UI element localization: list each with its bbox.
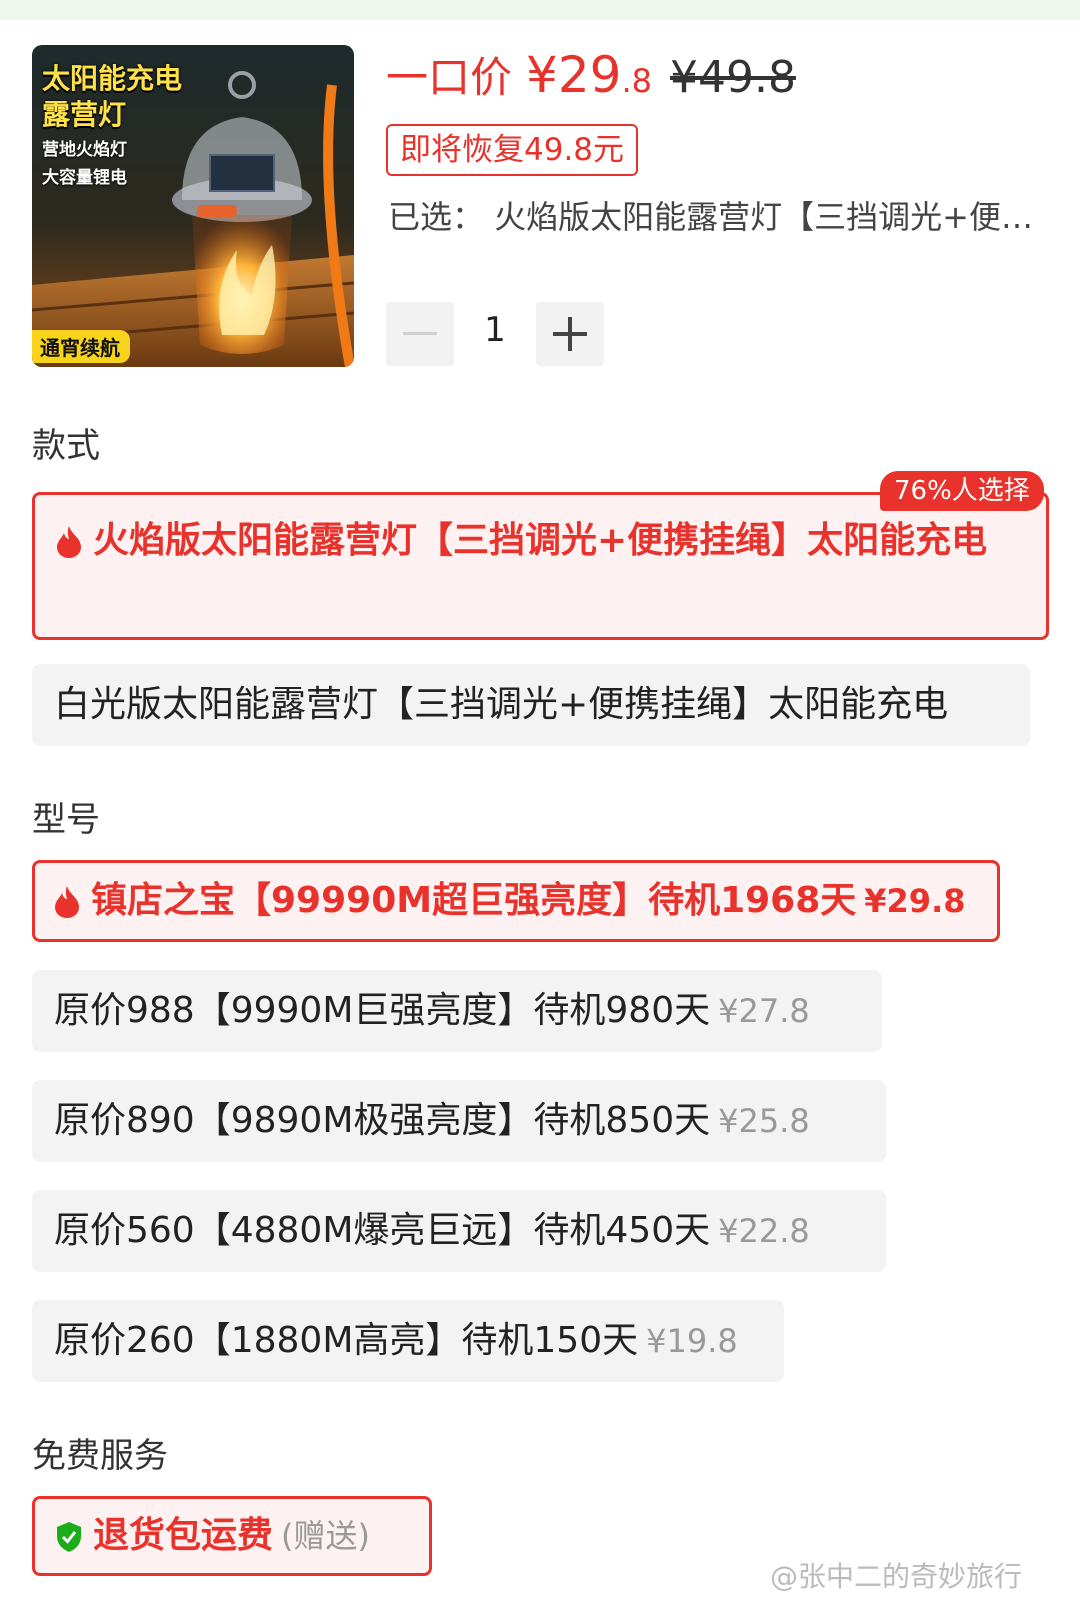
image-subline-2: 大容量锂电 [42, 168, 127, 188]
product-image[interactable]: 太阳能充电 露营灯 营地火焰灯 大容量锂电 通宵续航 [32, 45, 354, 367]
style-section-title: 款式 [32, 426, 100, 466]
image-headline-1: 太阳能充电 [42, 62, 183, 95]
style-option-label: 白光版太阳能露营灯【三挡调光+便携挂绳】太阳能充电 [54, 684, 949, 725]
model-option-label: 原价260【1880M高亮】待机150天 [54, 1320, 639, 1361]
model-option-price: ¥19.8 [646, 1322, 738, 1360]
style-option-white[interactable]: 白光版太阳能露营灯【三挡调光+便携挂绳】太阳能充电 [32, 664, 1030, 746]
plus-icon [553, 317, 587, 351]
model-option-price: ¥25.8 [718, 1102, 810, 1140]
top-status-strip [0, 0, 1080, 20]
shield-check-icon [57, 1522, 81, 1552]
model-option-label: 原价560【4880M爆亮巨远】待机450天 [54, 1210, 711, 1251]
model-option-label: 原价890【9890M极强亮度】待机850天 [54, 1100, 711, 1141]
style-option-label: 火焰版太阳能露营灯【三挡调光+便携挂绳】太阳能充电 [93, 520, 988, 561]
current-price-decimal: .8 [621, 62, 652, 100]
quantity-increase-button[interactable] [536, 302, 604, 366]
style-option-flame[interactable]: 火焰版太阳能露营灯【三挡调光+便携挂绳】太阳能充电 [32, 492, 1049, 640]
image-headline-2: 露营灯 [42, 98, 127, 131]
service-section-title: 免费服务 [32, 1436, 168, 1476]
model-option-label: 镇店之宝【99990M超巨强亮度】待机1968天 [91, 880, 857, 921]
price-label: 一口价 [386, 53, 513, 102]
model-option-260[interactable]: 原价260【1880M高亮】待机150天 ¥19.8 [32, 1300, 784, 1382]
quantity-decrease-button[interactable] [386, 302, 454, 366]
model-option-price: ¥29.8 [864, 882, 966, 920]
service-option-label: 退货包运费 [93, 1515, 274, 1556]
model-option-label: 原价988【9990M巨强亮度】待机980天 [54, 990, 711, 1031]
watermark: @张中二的奇妙旅行 [770, 1560, 1023, 1593]
popular-choice-badge: 76%人选择 [880, 471, 1044, 511]
price-row: 一口价 ¥29.8 ¥49.8 [386, 44, 796, 105]
fire-icon [57, 526, 81, 558]
model-option-988[interactable]: 原价988【9990M巨强亮度】待机980天 ¥27.8 [32, 970, 882, 1052]
model-section-title: 型号 [32, 800, 100, 840]
image-tag: 通宵续航 [32, 330, 130, 363]
price-restore-badge: 即将恢复49.8元 [386, 124, 639, 176]
current-price: ¥29 [526, 46, 622, 104]
model-option-flagship[interactable]: 镇店之宝【99990M超巨强亮度】待机1968天 ¥29.8 [32, 860, 1000, 942]
minus-icon [403, 332, 437, 335]
original-price: ¥49.8 [669, 52, 796, 103]
model-option-price: ¥22.8 [718, 1212, 810, 1250]
fire-icon [55, 886, 79, 918]
model-option-price: ¥27.8 [718, 992, 810, 1030]
service-option-return-shipping[interactable]: 退货包运费 (赠送) [32, 1496, 432, 1576]
image-subline-1: 营地火焰灯 [42, 140, 127, 160]
selected-summary: 已选： 火焰版太阳能露营灯【三挡调光+便携挂绳】太阳能充电 镇店之宝【99990… [388, 198, 1038, 236]
quantity-value[interactable]: 1 [470, 310, 520, 350]
model-option-890[interactable]: 原价890【9890M极强亮度】待机850天 ¥25.8 [32, 1080, 886, 1162]
model-option-560[interactable]: 原价560【4880M爆亮巨远】待机450天 ¥22.8 [32, 1190, 886, 1272]
service-option-note: (赠送) [281, 1517, 370, 1555]
